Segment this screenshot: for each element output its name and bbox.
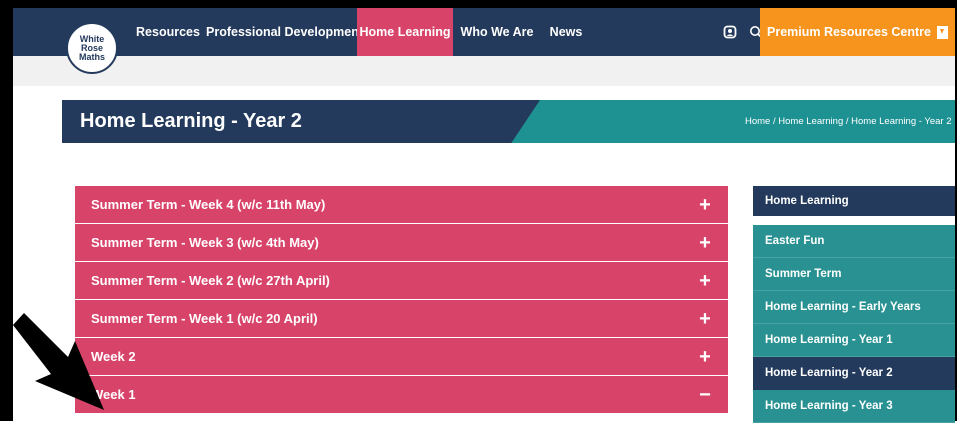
sidebar-item-year-1[interactable]: Home Learning - Year 1 <box>753 324 955 357</box>
accordion-item-label: Week 2 <box>91 349 136 364</box>
breadcrumb-current: Home Learning - Year 2 <box>851 116 952 127</box>
page-title: Home Learning - Year 2 <box>80 110 302 132</box>
accordion: Summer Term - Week 4 (w/c 11th May) + Su… <box>75 186 728 414</box>
screenshot-border-top <box>0 0 957 8</box>
plus-icon[interactable]: + <box>698 271 712 291</box>
download-icon <box>936 25 948 39</box>
sidebar-heading[interactable]: Home Learning <box>753 186 955 216</box>
screenshot-border-left <box>0 0 13 421</box>
accordion-item-summer-week-4[interactable]: Summer Term - Week 4 (w/c 11th May) + <box>75 186 728 223</box>
nav-item-who-we-are[interactable]: Who We Are <box>457 8 537 56</box>
sidebar-list: Easter Fun Summer Term Home Learning - E… <box>753 225 955 423</box>
accordion-item-week-1[interactable]: Week 1 − <box>75 376 728 413</box>
sidebar-item-year-2[interactable]: Home Learning - Year 2 <box>753 357 955 390</box>
breadcrumb-home[interactable]: Home <box>745 116 770 127</box>
white-rose-maths-logo[interactable]: White Rose Maths <box>66 22 118 74</box>
breadcrumb: Home / Home Learning / Home Learning - Y… <box>745 100 955 143</box>
logo-text-line3: Maths <box>78 51 105 62</box>
plus-icon[interactable]: + <box>698 233 712 253</box>
sidebar-item-year-3[interactable]: Home Learning - Year 3 <box>753 390 955 423</box>
premium-resources-label: Premium Resources Centre <box>767 25 931 39</box>
sub-header-bar <box>13 56 955 86</box>
nav-item-home-learning[interactable]: Home Learning <box>357 8 453 56</box>
breadcrumb-separator: / <box>843 116 852 127</box>
accordion-item-summer-week-3[interactable]: Summer Term - Week 3 (w/c 4th May) + <box>75 224 728 261</box>
plus-icon[interactable]: + <box>698 195 712 215</box>
accordion-item-label: Summer Term - Week 3 (w/c 4th May) <box>91 235 319 250</box>
sidebar-item-early-years[interactable]: Home Learning - Early Years <box>753 291 955 324</box>
accordion-item-summer-week-2[interactable]: Summer Term - Week 2 (w/c 27th April) + <box>75 262 728 299</box>
sidebar-item-summer-term[interactable]: Summer Term <box>753 258 955 291</box>
premium-resources-button[interactable]: Premium Resources Centre <box>760 8 955 56</box>
accordion-item-label: Summer Term - Week 1 (w/c 20 April) <box>91 311 318 326</box>
nav-item-news[interactable]: News <box>542 8 590 56</box>
nav-item-resources[interactable]: Resources <box>128 8 208 56</box>
sidebar-item-easter-fun[interactable]: Easter Fun <box>753 225 955 258</box>
accordion-item-label: Week 1 <box>91 387 136 402</box>
nav-item-professional-development[interactable]: Professional Development <box>206 8 363 56</box>
sidebar-nav: Home Learning Easter Fun Summer Term Hom… <box>753 186 955 423</box>
accordion-item-label: Summer Term - Week 4 (w/c 11th May) <box>91 197 326 212</box>
accordion-item-summer-week-1[interactable]: Summer Term - Week 1 (w/c 20 April) + <box>75 300 728 337</box>
minus-icon[interactable]: − <box>698 385 712 405</box>
account-icon[interactable] <box>718 8 742 56</box>
plus-icon[interactable]: + <box>698 347 712 367</box>
accordion-item-label: Summer Term - Week 2 (w/c 27th April) <box>91 273 330 288</box>
breadcrumb-home-learning[interactable]: Home Learning <box>778 116 843 127</box>
plus-icon[interactable]: + <box>698 309 712 329</box>
accordion-item-week-2[interactable]: Week 2 + <box>75 338 728 375</box>
